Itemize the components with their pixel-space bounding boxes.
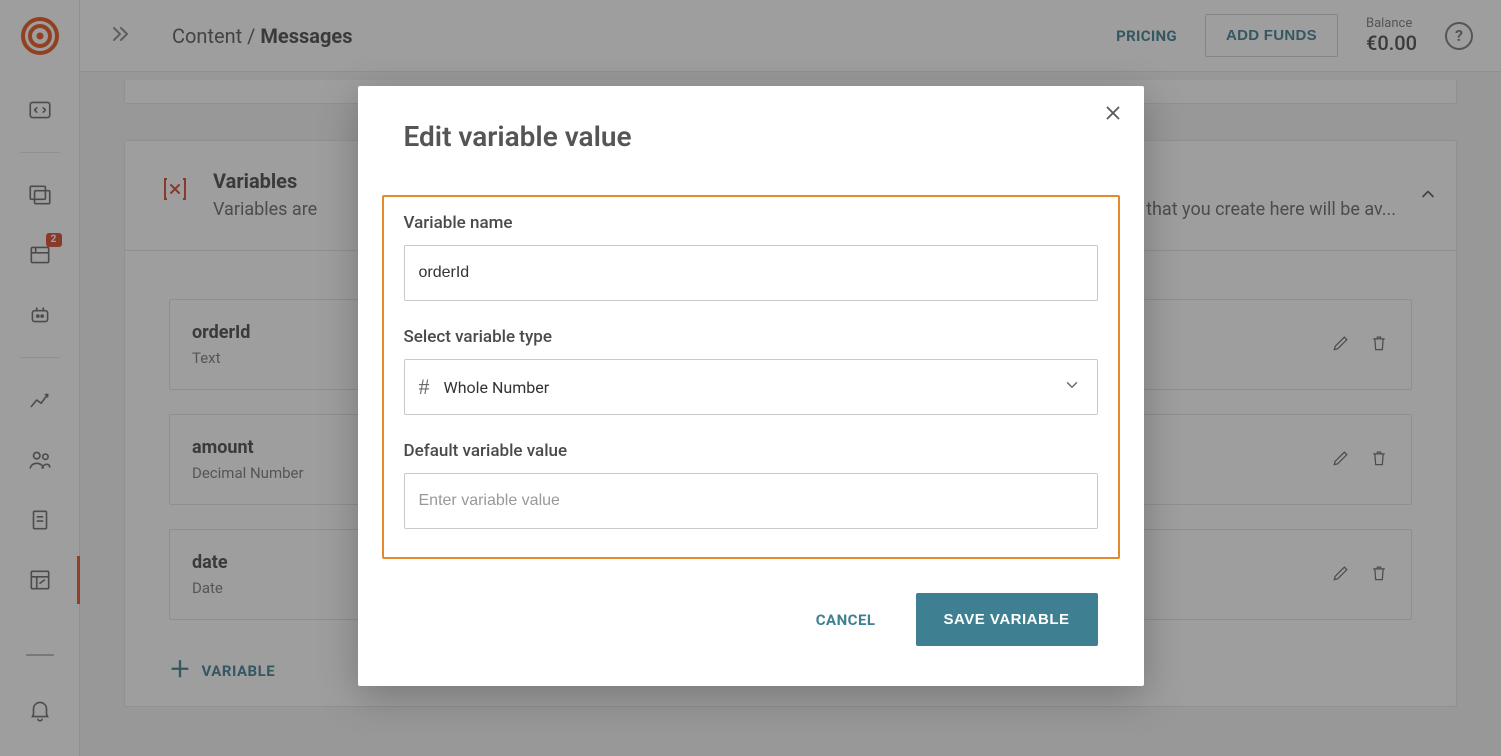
modal-title: Edit variable value — [404, 120, 1098, 153]
variable-type-select[interactable]: # Whole Number — [404, 359, 1098, 415]
hash-icon: # — [419, 374, 430, 400]
field-type-label: Select variable type — [404, 327, 1098, 347]
close-icon[interactable] — [1102, 102, 1124, 128]
variable-name-input[interactable] — [404, 245, 1098, 301]
chevron-down-icon — [1063, 376, 1081, 398]
cancel-button[interactable]: CANCEL — [806, 599, 886, 641]
save-variable-button[interactable]: SAVE VARIABLE — [916, 593, 1098, 646]
default-value-input[interactable] — [404, 473, 1098, 529]
variable-type-value: Whole Number — [444, 378, 550, 397]
field-default-label: Default variable value — [404, 441, 1098, 461]
edit-variable-modal: Edit variable value Variable name Select… — [358, 86, 1144, 686]
modal-fields-highlight: Variable name Select variable type # Who… — [382, 195, 1120, 559]
field-name-label: Variable name — [404, 213, 1098, 233]
